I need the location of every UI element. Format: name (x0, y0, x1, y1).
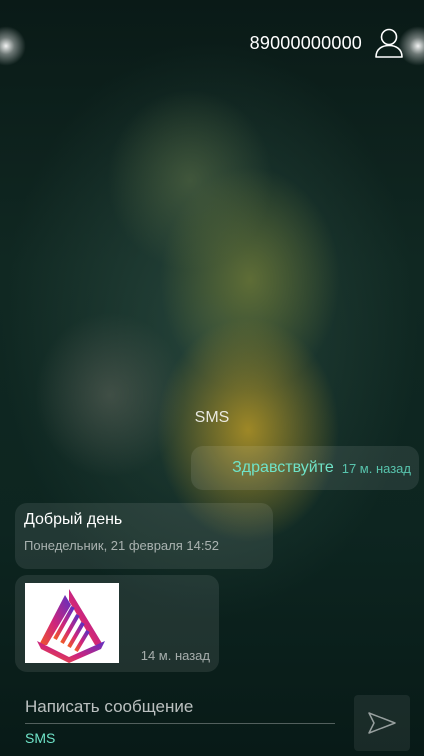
message-time: Понедельник, 21 февраля 14:52 (24, 538, 219, 553)
message-time: 17 м. назад (341, 460, 411, 476)
message-text: Добрый день (24, 511, 123, 528)
channel-label: SMS (194, 409, 230, 426)
incoming-message[interactable]: Добрый день Понедельник, 21 февраля 14:5… (15, 503, 273, 569)
channel-selector[interactable]: SMS (25, 730, 55, 746)
message-text: Здравствуйте (232, 459, 334, 476)
user-icon[interactable] (374, 26, 404, 60)
send-icon (368, 712, 396, 734)
message-input[interactable] (25, 694, 335, 724)
company-logo-image[interactable] (25, 583, 119, 663)
message-composer (25, 694, 335, 724)
contact-phone-number: 89000000000 (249, 32, 362, 53)
send-button[interactable] (354, 695, 410, 751)
incoming-image-message[interactable]: 14 м. назад (15, 575, 219, 672)
outgoing-message[interactable]: Здравствуйте 17 м. назад (191, 446, 419, 490)
chat-header: 89000000000 (250, 26, 404, 60)
message-time: 14 м. назад (140, 648, 210, 663)
